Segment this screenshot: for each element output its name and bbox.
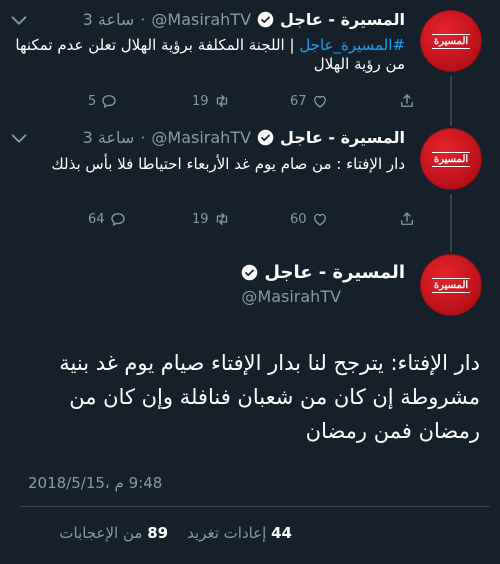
user-handle[interactable]: @MasirahTV: [151, 10, 251, 29]
display-name[interactable]: المسيرة - عاجل: [280, 10, 405, 29]
separator-dot: ·: [140, 128, 146, 147]
retweets-label: إعادات تغريد: [187, 524, 267, 542]
tweet-actions: 64 19 60: [88, 210, 428, 230]
share-button[interactable]: [398, 92, 416, 110]
separator-dot: ·: [140, 10, 146, 29]
heart-icon: [313, 213, 326, 226]
avatar-logo: المسيرة: [431, 33, 471, 49]
chevron-down-icon[interactable]: [8, 10, 30, 32]
retweet-icon: [216, 95, 227, 107]
hashtag-link[interactable]: #المسيرة_عاجل: [299, 36, 405, 54]
main-tweet-header: المسيرة - عاجل @MasirahTV: [241, 262, 405, 306]
display-name[interactable]: المسيرة - عاجل: [280, 128, 405, 147]
like-count: 60: [290, 211, 307, 227]
tweet-text: دار الإفتاء : من صام يوم غد الأربعاء احت…: [51, 155, 405, 173]
tweet-text: #المسيرة_عاجل | اللجنة المكلفة برؤية اله…: [10, 36, 405, 74]
verified-badge-icon: [257, 11, 274, 28]
likes-count: 89: [147, 524, 169, 542]
like-button[interactable]: 60: [290, 210, 329, 228]
like-count: 67: [290, 93, 307, 109]
user-handle[interactable]: @MasirahTV: [241, 287, 405, 306]
tweet-thread-screen: المسيرة المسيرة - عاجل @MasirahTV · 3 سا…: [0, 0, 500, 564]
retweet-button[interactable]: 19: [192, 210, 231, 228]
reply-icon: [102, 95, 116, 108]
thread-connector: [450, 76, 452, 126]
avatar-logo: المسيرة: [431, 277, 471, 293]
retweet-button[interactable]: 19: [192, 92, 231, 110]
retweet-icon: [216, 213, 227, 225]
heart-icon: [313, 95, 326, 108]
verified-badge-icon: [257, 129, 274, 146]
retweet-count: 19: [192, 93, 209, 109]
tweet-stats: 44 إعادات تغريد 89 من الإعجابات: [20, 524, 292, 542]
tweet-actions: 5 19 67: [88, 92, 428, 112]
tweet-datetime[interactable]: 9:48 م ،2018/5/15: [28, 474, 162, 492]
likes-stat[interactable]: 89 من الإعجابات: [59, 524, 168, 542]
reply-button[interactable]: 5: [88, 92, 118, 110]
avatar[interactable]: المسيرة: [420, 10, 482, 72]
share-icon: [401, 94, 413, 107]
likes-label: من الإعجابات: [59, 524, 143, 542]
like-button[interactable]: 67: [290, 92, 329, 110]
tweet-header: المسيرة - عاجل @MasirahTV · 3 ساعة: [83, 10, 405, 29]
user-handle[interactable]: @MasirahTV: [151, 128, 251, 147]
retweets-count: 44: [271, 524, 292, 542]
tweet-time[interactable]: 3 ساعة: [83, 128, 135, 147]
display-name[interactable]: المسيرة - عاجل: [264, 262, 405, 283]
avatar-logo: المسيرة: [431, 151, 471, 167]
share-icon: [401, 212, 413, 225]
reply-button[interactable]: 64: [88, 210, 127, 228]
share-button[interactable]: [398, 210, 416, 228]
tweet-header: المسيرة - عاجل @MasirahTV · 3 ساعة: [83, 128, 405, 147]
chevron-down-icon[interactable]: [8, 128, 30, 150]
reply-count: 64: [88, 211, 105, 227]
thread-connector: [450, 194, 452, 252]
avatar[interactable]: المسيرة: [420, 128, 482, 190]
retweet-count: 19: [192, 211, 209, 227]
tweet-time[interactable]: 3 ساعة: [83, 10, 135, 29]
divider: [20, 506, 490, 507]
retweets-stat[interactable]: 44 إعادات تغريد: [187, 524, 292, 542]
reply-icon: [110, 213, 125, 226]
verified-badge-icon: [242, 264, 258, 281]
avatar[interactable]: المسيرة: [420, 254, 482, 316]
reply-count: 5: [88, 93, 97, 109]
main-tweet-text: دار الإفتاء: يترجح لنا بدار الإفتاء صيام…: [59, 351, 480, 443]
